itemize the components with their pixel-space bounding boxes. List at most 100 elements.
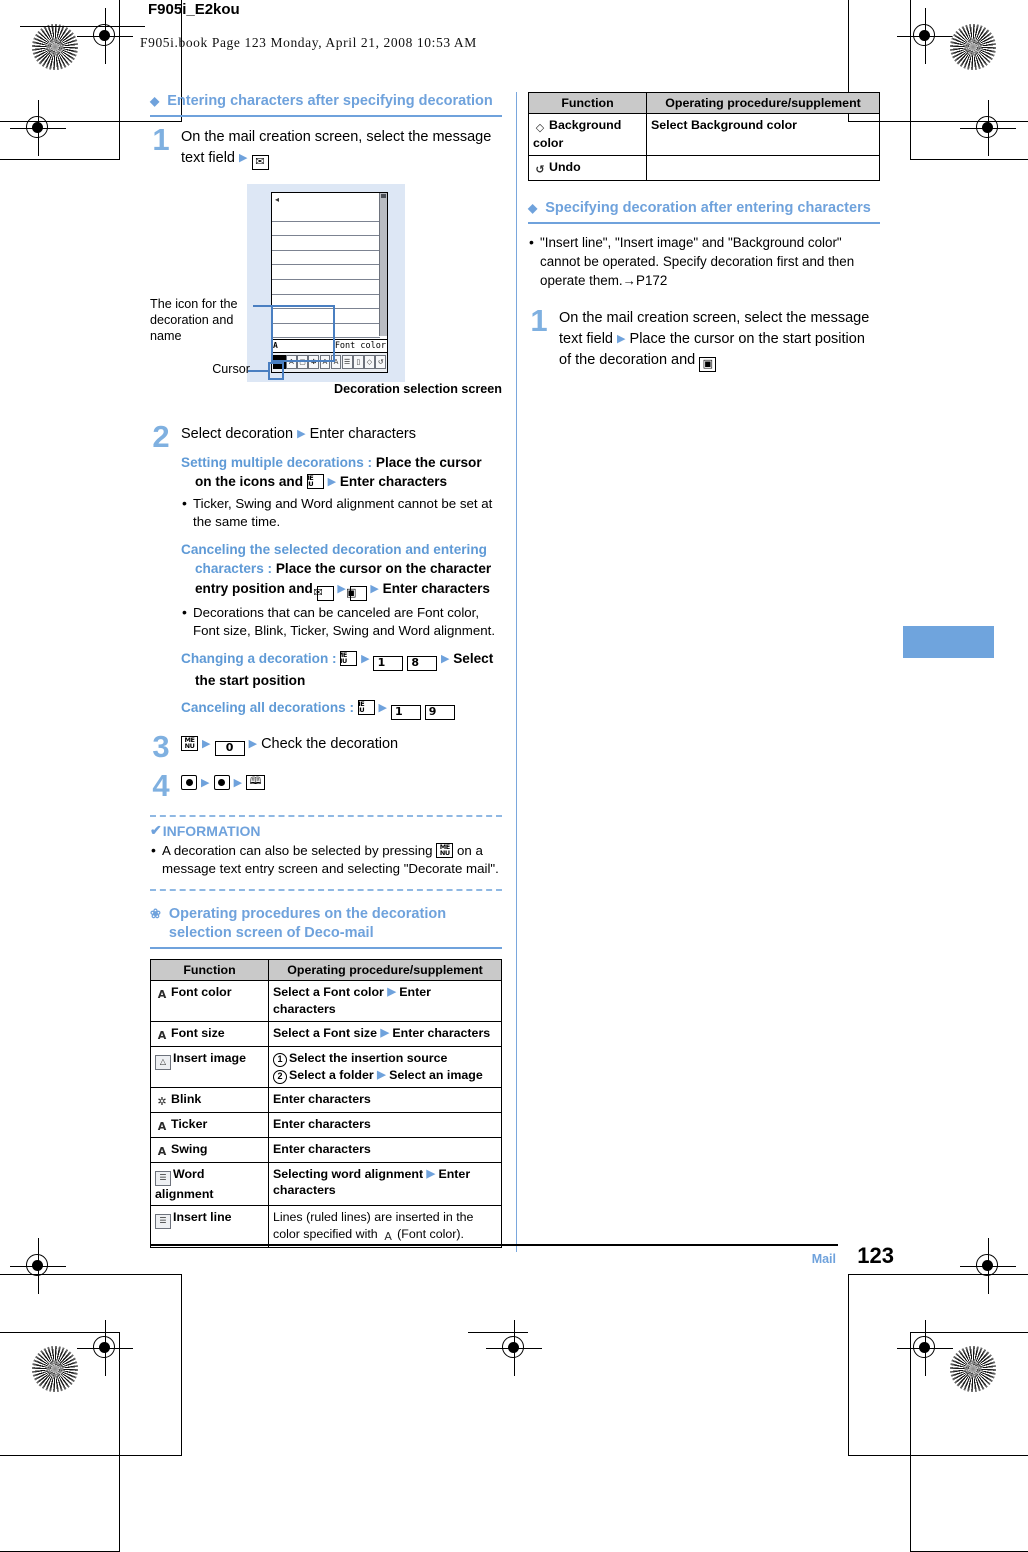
table-row: A Font size Select a Font size ▶ Enter ch… (150, 1020, 502, 1047)
print-density-star-bl (32, 1346, 78, 1392)
section-heading-entering-characters: ◆ Entering characters after specifying d… (150, 92, 502, 111)
arrow-right-icon: ▶ (297, 427, 306, 440)
table-row: ✲ Blink Enter characters (150, 1086, 502, 1113)
table-cell-procedure: Select a Font size ▶ Enter characters (268, 1020, 502, 1047)
table-cell-function: ☰ Word alignment (150, 1161, 269, 1207)
table-cell-procedure: 1 Select the insertion source 2 Select a f… (268, 1045, 502, 1088)
table-cell-procedure: Enter characters (268, 1136, 502, 1163)
proc-part-1: Selecting word alignment (273, 1166, 424, 1181)
footer-chapter-label: Mail (811, 1252, 836, 1266)
step-1-number: 1 (152, 122, 170, 158)
table-header-procedure: Operating procedure/supplement (268, 959, 502, 982)
undo-icon: ↺ (535, 162, 545, 176)
right-note-list: "Insert line", "Insert image" and "Backg… (528, 233, 880, 290)
step-2-bullets-2: Decorations that can be canceled are Fon… (181, 603, 502, 641)
section-heading-label: Entering characters after specifying dec… (167, 93, 493, 109)
print-density-star-tl (32, 24, 78, 70)
menu-key-icon: MENU (357, 700, 375, 716)
sub-label-multiple-decorations: Setting multiple decorations : (181, 454, 373, 470)
section-heading-2-rule (150, 947, 502, 950)
table-header-procedure: Operating procedure/supplement (646, 92, 880, 114)
blink-icon: ✲ (157, 1094, 167, 1108)
menu-key-icon: MENU (436, 843, 454, 859)
print-density-star-tr (950, 24, 996, 70)
information-item-1-pre: A decoration can also be selected by pre… (162, 843, 433, 859)
figure-label-decoration-icon-name: The icon for the decoration and name (150, 296, 250, 344)
mail-key-icon: ✉ (251, 154, 269, 170)
callout-box-decoration-name (271, 304, 335, 362)
table-row: ↺ Undo (528, 154, 880, 181)
left-column: ◆ Entering characters after specifying d… (150, 92, 502, 1249)
font-size-icon: A (157, 1028, 167, 1042)
proc-line-1: 1 Select the insertion source (273, 1050, 497, 1067)
word-alignment-icon: ☰ (155, 1170, 171, 1186)
list-item: A decoration can also be selected by pre… (150, 841, 502, 879)
center-select-key-icon (213, 774, 230, 790)
toolbar-insert-line-icon[interactable]: ▯ (353, 355, 364, 370)
function-label: Undo (549, 159, 581, 174)
table-cell-function: A Swing (150, 1136, 269, 1163)
callout-leader-cursor (248, 369, 270, 372)
table-cell-function: A Font color (150, 980, 269, 1022)
step-3-number: 3 (152, 729, 170, 765)
toolbar-background-color-icon[interactable]: ◇ (364, 355, 375, 370)
screen-caret-icon: ◂ (275, 194, 280, 204)
deco-function-table-right: Function Operating procedure/supplement … (528, 92, 880, 181)
function-label: Insert image (173, 1050, 246, 1065)
arrow-right-icon: ▶ (378, 702, 388, 715)
step-2-text-b: Enter characters (309, 425, 416, 442)
printed-page: F905i_E2kou F905i.book Page 123 Monday, … (0, 0, 1028, 1552)
arrow-right-icon: ▶ (440, 652, 450, 665)
sub-text-cancel-b: Enter characters (382, 581, 490, 597)
table-cell-function: ↺ Undo (528, 154, 647, 181)
table-row: △ Insert image 1 Select the insertion sour… (150, 1045, 502, 1088)
table-row: ☰ Insert line Lines (ruled lines) are ins… (150, 1205, 502, 1249)
callout-box-cursor (268, 361, 284, 380)
insert-line-icon: ☰ (155, 1214, 171, 1230)
section-heading-right-rule (528, 221, 880, 225)
information-separator-bottom (150, 888, 502, 891)
mail-key-icon: ✉ (314, 586, 334, 602)
table-cell-function: △ Insert image (150, 1045, 269, 1088)
registration-mark-top (77, 8, 133, 64)
step-2-bullets-1: Ticker, Swing and Word alignment cannot … (181, 494, 502, 532)
numeric-key-9: 9 (424, 705, 455, 721)
proc-part-1: Select a Font color (273, 985, 384, 1000)
step-1: 1 On the mail creation screen, select th… (150, 122, 502, 170)
function-label: Font size (171, 1025, 225, 1040)
right-step-1-body: On the mail creation screen, select the … (559, 308, 880, 372)
step-2-sub-changing-decoration: Changing a decoration : MENU ▶ 1 8 ▶ Sel… (181, 649, 502, 691)
page-footer: Mail 123 (150, 1243, 894, 1274)
proc-line-2-b: Select an image (389, 1067, 483, 1082)
information-separator-top (150, 815, 502, 818)
screen-scrollbar[interactable] (379, 192, 387, 336)
menu-key-icon: MENU (340, 650, 358, 666)
column-divider (516, 92, 517, 1252)
figure-caption: Decoration selection screen (334, 381, 502, 396)
step-2-sub-cancel-all: Canceling all decorations : MENU ▶ 1 9 (181, 698, 502, 721)
arrow-right-icon: ▶ (617, 332, 626, 345)
proc-line-1-text: Select the insertion source (289, 1050, 448, 1065)
step-2: 2 Select decoration ▶ Enter characters S… (150, 421, 502, 721)
arrow-right-icon: ▶ (248, 738, 258, 751)
diamond-bullet-icon: ◆ (150, 94, 160, 108)
table-row: A Font color Select a Font color ▶ Enter … (150, 980, 502, 1022)
font-color-icon: A (157, 988, 167, 1002)
menu-key-icon: MENU (181, 736, 198, 752)
figure-label-cursor: Cursor (190, 361, 250, 377)
right-column: Function Operating procedure/supplement … (528, 92, 880, 372)
toolbar-word-alignment-icon[interactable]: ☰ (341, 355, 353, 370)
center-select-key-icon (181, 774, 197, 790)
toolbar-undo-icon[interactable]: ↺ (375, 355, 386, 370)
proc-plain-post: (Font color). (397, 1227, 464, 1242)
check-icon: ✔ (150, 822, 162, 839)
top-trim-rule (468, 1332, 528, 1334)
step-3: 3 ME NU ▶ 0 ▶ Check the decoration (150, 729, 502, 765)
sub-label-changing-decoration: Changing a decoration : (181, 650, 337, 666)
table-cell-function: ☰ Insert line (150, 1205, 269, 1249)
table-header-function: Function (528, 92, 647, 114)
ticker-icon: A (157, 1119, 167, 1133)
step-4: 4 ▶ ▶ (150, 770, 502, 801)
flower-bullet-icon: ❀ (150, 905, 161, 921)
bullet-item: Decorations that can be canceled are Fon… (181, 603, 502, 641)
